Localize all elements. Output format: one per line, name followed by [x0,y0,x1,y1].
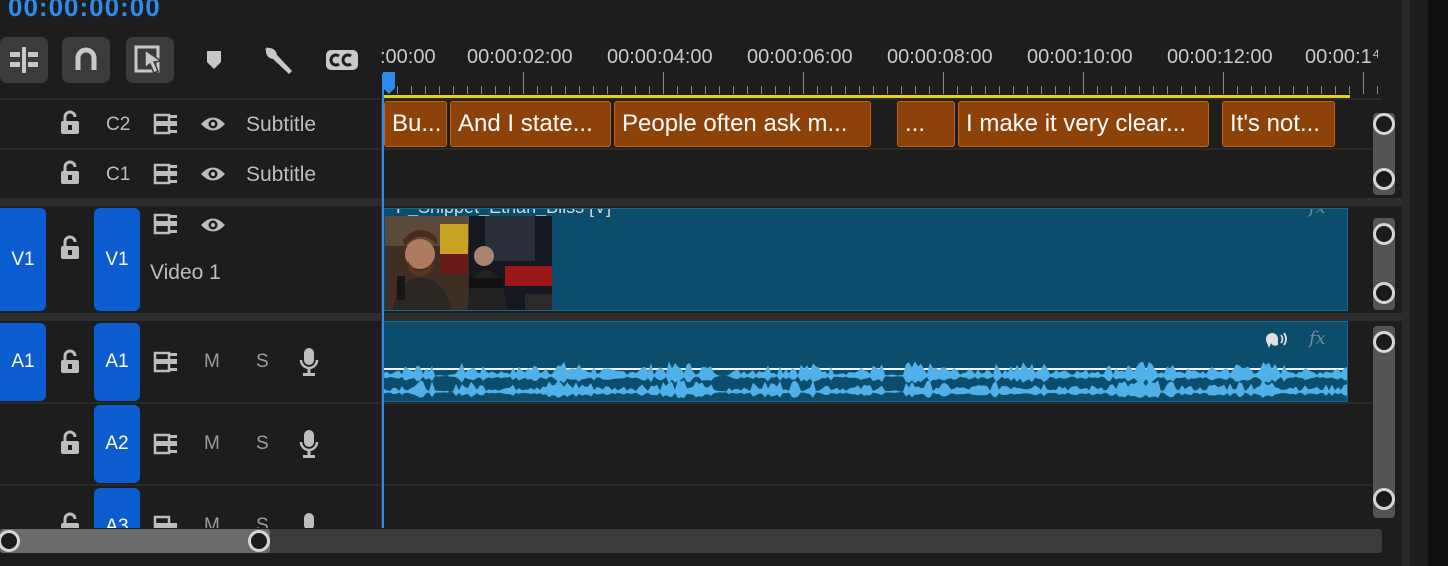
subtitle-clip[interactable]: Bu... [384,101,447,147]
playhead-handle[interactable] [383,72,395,94]
track-target-a2[interactable]: A2 [94,405,140,483]
insert-nest-button[interactable] [0,37,48,83]
audio-fx-badge[interactable]: fx [1309,328,1326,349]
ruler-label: 00:00:12:00 [1167,46,1273,68]
add-marker-icon [207,51,221,69]
playhead-line[interactable] [382,74,384,528]
track-divider [0,402,1382,404]
lock-icon[interactable] [59,110,81,136]
source-patch-v1[interactable]: V1 [0,208,46,311]
solo-button[interactable]: S [256,515,269,528]
waveform-channel [384,379,1347,399]
solo-button[interactable]: S [256,351,269,373]
scrollbar-handle[interactable] [1373,223,1395,245]
microphone-icon[interactable] [299,429,319,459]
add-marker-button[interactable] [190,37,238,83]
sync-lock-icon[interactable] [153,351,179,373]
lock-icon[interactable] [59,160,81,186]
track-name-c2: Subtitle [246,113,317,136]
mute-button[interactable]: M [204,515,220,528]
ruler-label: 00:00:08:00 [887,46,993,68]
ruler-label: 00:00:06:00 [747,46,853,68]
eye-icon[interactable] [199,215,227,235]
video-fx-badge[interactable]: fx [1309,209,1326,218]
lock-icon[interactable] [59,430,81,456]
eye-icon[interactable] [199,164,227,184]
video-thumbnail [385,216,552,310]
sync-lock-icon[interactable] [153,433,179,455]
time-ruler-ticks[interactable] [383,72,1383,96]
timeline-settings-button[interactable] [254,37,302,83]
track-header-a3: A3 M S [0,486,382,528]
horizontal-scroll-thumb[interactable] [0,529,270,553]
track-divider [0,148,1382,150]
ruler-label: 00:00:02:00 [467,46,573,68]
subtitle-clip[interactable]: ... [897,101,955,147]
scrollbar-handle[interactable] [1373,331,1395,353]
scrollbar-handle[interactable] [1373,168,1395,190]
track-target-v1[interactable]: V1 [94,208,140,311]
track-target-a1[interactable]: A1 [94,323,140,401]
snap-button[interactable] [62,37,110,83]
solo-button[interactable]: S [256,433,269,455]
ruler-label: 00:00:10:00 [1027,46,1133,68]
sync-lock-icon[interactable] [153,163,179,185]
ruler-label: 00:00:1⁴ [1305,46,1378,68]
insert-nest-icon [10,47,38,73]
video-clip[interactable]: P_Snippet_Ethan_Bliss [V] fx [383,208,1348,311]
sync-lock-icon[interactable] [153,213,179,235]
scrollbar-handle[interactable] [1373,113,1395,135]
ruler-label: 00:00:04:00 [607,46,713,68]
subtitle-clip[interactable]: It's not... [1222,101,1335,147]
lock-icon[interactable] [59,349,81,375]
settings-wrench-icon [265,47,292,74]
track-name-v1: Video 1 [150,261,221,284]
panel-edge [1428,0,1448,566]
snap-icon [75,47,97,70]
linked-selection-icon [134,45,164,75]
waveform-channel [384,361,1347,384]
scrollbar-handle[interactable] [1373,488,1395,510]
sync-lock-icon[interactable] [153,113,179,135]
sync-lock-icon[interactable] [153,515,179,528]
mute-button[interactable]: M [204,351,220,373]
linked-selection-button[interactable] [126,37,174,83]
microphone-icon[interactable] [299,347,319,377]
lock-icon[interactable] [59,512,81,528]
subtitle-clip[interactable]: I make it very clear... [958,101,1209,147]
track-id-c1: C1 [106,164,131,185]
video-audio-split-top[interactable] [0,198,1405,206]
source-patch-a1[interactable]: A1 [0,323,46,401]
captions-icon [326,50,358,70]
track-divider [0,98,1382,100]
track-name-c1: Subtitle [246,163,317,186]
track-id-c2: C2 [106,114,131,135]
video-audio-split[interactable] [0,313,1405,321]
track-target-a3[interactable]: A3 [94,488,140,528]
mute-button[interactable]: M [204,433,220,455]
speech-voice-icon[interactable] [1263,330,1289,350]
audio-waveform [384,361,1347,399]
ruler-label: :00:00 [380,46,436,68]
audio-clip[interactable]: fx [383,321,1348,402]
microphone-icon[interactable] [299,512,319,528]
zoom-handle-right[interactable] [248,530,270,552]
captions-button[interactable] [318,37,366,83]
scrollbar-handle[interactable] [1373,282,1395,304]
subtitle-clip[interactable]: And I state... [450,101,611,147]
lock-icon[interactable] [59,235,81,261]
panel-divider [1402,0,1410,566]
playhead-timecode[interactable]: 00:00:00:00 [8,0,161,23]
subtitle-clip[interactable]: People often ask m... [614,101,871,147]
eye-icon[interactable] [199,114,227,134]
